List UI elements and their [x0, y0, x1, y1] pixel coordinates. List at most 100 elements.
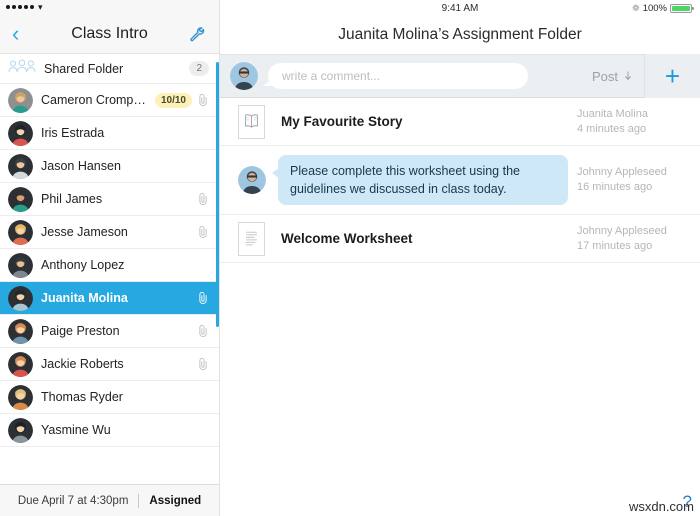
- avatar-glyph: [8, 252, 33, 278]
- roster-scrollbar-thumb[interactable]: [216, 62, 219, 327]
- roster-scrollbar[interactable]: [216, 54, 219, 484]
- grade-badge: 10/10: [154, 92, 192, 108]
- due-date-label: Due April 7 at 4:30pm: [17, 494, 129, 507]
- attachment-icon: [199, 93, 207, 106]
- student-row[interactable]: Phil James: [0, 183, 219, 216]
- back-chevron-icon[interactable]: ‹: [12, 22, 30, 45]
- feed-item-meta: Johnny Appleseed 16 minutes ago: [577, 165, 682, 195]
- class-roster-panel: ▾ ‹ Class Intro Shared Folder 2 Cameron …: [0, 0, 220, 516]
- signal-strength-icon: [6, 5, 34, 9]
- add-attachment-button[interactable]: +: [644, 54, 700, 98]
- avatar: [8, 285, 33, 311]
- feed-item-title: Welcome Worksheet: [281, 231, 413, 246]
- sidebar-item-label: Shared Folder: [44, 61, 124, 76]
- avatar: [8, 87, 33, 113]
- teacher-avatar: [238, 166, 266, 194]
- dropdown-arrow-icon: [625, 71, 631, 81]
- post-button-label: Post: [591, 68, 618, 84]
- battery-percent-label: 100%: [642, 2, 667, 14]
- student-row[interactable]: Cameron Cromp… 10/10: [0, 84, 219, 117]
- avatar-glyph: [8, 417, 33, 443]
- student-name: Jackie Roberts: [41, 357, 124, 371]
- avatar: [8, 252, 33, 278]
- feed-item-time: 17 minutes ago: [577, 239, 653, 252]
- feed-item-meta: Juanita Molina 4 minutes ago: [577, 107, 682, 137]
- feed-item-author: Juanita Molina: [577, 107, 648, 120]
- feed-item-time: 16 minutes ago: [577, 181, 653, 193]
- avatar-glyph: [8, 351, 33, 377]
- avatar: [8, 120, 33, 146]
- comment-input[interactable]: write a comment...: [263, 63, 528, 89]
- student-name: Yasmine Wu: [41, 423, 111, 437]
- right-status-bar: 9:41 AM ❁ 100%: [220, 0, 700, 16]
- student-list[interactable]: Shared Folder 2 Cameron Cromp… 10/10 Iris …: [0, 54, 219, 484]
- student-name: Cameron Cromp…: [41, 93, 146, 107]
- feed-item-meta: Johnny Appleseed 17 minutes ago: [577, 224, 682, 254]
- student-name: Jason Hansen: [41, 159, 121, 173]
- avatar-glyph: [8, 186, 33, 212]
- wrench-glyph: [190, 26, 205, 41]
- current-user-avatar-glyph: [230, 62, 258, 90]
- student-row[interactable]: Jesse Jameson: [0, 216, 219, 249]
- group-people-icon: [8, 58, 36, 79]
- book-icon: [238, 104, 265, 139]
- feed-message-item[interactable]: Please complete this worksheet using the…: [220, 146, 700, 215]
- avatar: [8, 417, 33, 443]
- avatar-glyph: [8, 384, 33, 410]
- student-row[interactable]: Thomas Ryder: [0, 381, 219, 414]
- student-row[interactable]: Juanita Molina: [0, 282, 219, 315]
- student-row[interactable]: Paige Preston: [0, 315, 219, 348]
- worksheet-icon: [238, 221, 265, 256]
- battery-full-icon: [670, 3, 694, 13]
- clock-label: 9:41 AM: [441, 2, 479, 14]
- attachment-icon: [199, 291, 207, 304]
- shared-folder-count-badge: 2: [189, 61, 209, 76]
- avatar-glyph: [8, 120, 33, 146]
- folder-title-bar: Juanita Molina’s Assignment Folder: [220, 16, 700, 54]
- feed-document-item[interactable]: My Favourite Story Juanita Molina 4 minute…: [220, 98, 700, 146]
- student-row[interactable]: Anthony Lopez: [0, 249, 219, 282]
- student-name: Jesse Jameson: [41, 225, 128, 239]
- post-button[interactable]: Post: [592, 69, 634, 84]
- wrench-icon[interactable]: [187, 24, 207, 44]
- attachment-icon: [199, 225, 207, 238]
- watermark: wsxdn.com ?: [629, 492, 694, 514]
- attachment-icon: [199, 324, 207, 337]
- avatar-glyph: [8, 285, 33, 311]
- watermark-question-mark: ?: [682, 492, 692, 511]
- folder-title: Juanita Molina’s Assignment Folder: [338, 26, 582, 43]
- current-user-avatar[interactable]: [230, 62, 258, 90]
- comment-input-wrap: write a comment...: [263, 63, 592, 89]
- student-row[interactable]: Jason Hansen: [0, 150, 219, 183]
- app-root: ▾ ‹ Class Intro Shared Folder 2 Cameron …: [0, 0, 700, 516]
- student-row[interactable]: Yasmine Wu: [0, 414, 219, 447]
- avatar-glyph: [8, 153, 33, 179]
- student-name: Juanita Molina: [41, 291, 128, 305]
- feed-item-title: My Favourite Story: [281, 114, 403, 129]
- footer-divider: [138, 493, 140, 508]
- left-status-bar: ▾: [0, 0, 219, 14]
- left-navbar: ‹ Class Intro: [0, 14, 219, 54]
- sidebar-item-shared-folder[interactable]: Shared Folder 2: [0, 54, 219, 84]
- status-badge[interactable]: Assigned: [149, 495, 201, 507]
- feed-document-item[interactable]: Welcome Worksheet Johnny Appleseed 17 minu…: [220, 215, 700, 263]
- student-row[interactable]: Jackie Roberts: [0, 348, 219, 381]
- worksheet-icon-glyph: [245, 231, 258, 245]
- student-row[interactable]: Iris Estrada: [0, 117, 219, 150]
- attachment-icon: [199, 357, 207, 370]
- plus-icon: +: [664, 61, 681, 91]
- assignment-footer: Due April 7 at 4:30pm Assigned: [0, 484, 219, 516]
- comment-composer: write a comment... Post +: [220, 54, 700, 98]
- avatar: [8, 384, 33, 410]
- assignment-folder-panel: 9:41 AM ❁ 100% Juanita Molina’s Assignme…: [220, 0, 700, 516]
- bluetooth-icon: ❁: [632, 2, 640, 13]
- activity-feed: My Favourite Story Juanita Molina 4 minute…: [220, 98, 700, 516]
- group-people-glyph: [8, 59, 36, 72]
- avatar-glyph: [8, 87, 33, 113]
- avatar: [8, 219, 33, 245]
- comment-placeholder: write a comment...: [282, 69, 381, 83]
- feed-item-author: Johnny Appleseed: [577, 224, 667, 237]
- feed-item-author: Johnny Appleseed: [577, 166, 667, 178]
- wifi-icon: ▾: [38, 1, 43, 12]
- avatar: [8, 351, 33, 377]
